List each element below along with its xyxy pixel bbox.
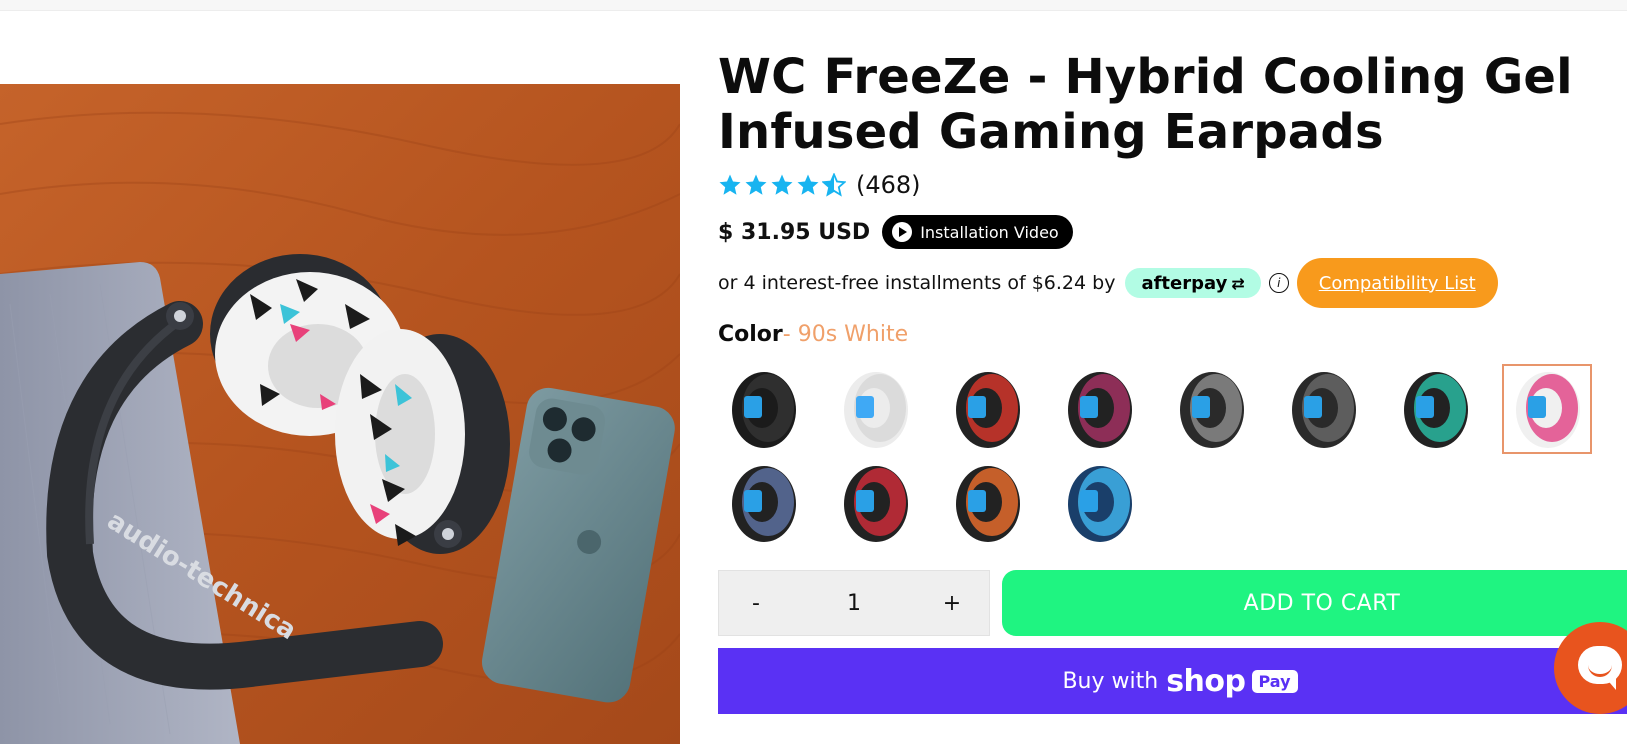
color-label-row: Color- 90s White xyxy=(718,322,908,347)
color-swatch-red-pattern[interactable] xyxy=(830,458,920,548)
installments-row: or 4 interest-free installments of $6.24… xyxy=(718,258,1498,308)
star-icon xyxy=(797,174,819,195)
earpad-thumbnail xyxy=(1292,372,1356,448)
play-icon xyxy=(892,222,913,242)
price: $ 31.95 USD xyxy=(718,219,871,245)
star-icon xyxy=(745,174,767,195)
rating-count[interactable]: (468) xyxy=(856,171,921,199)
quantity-stepper: - 1 + xyxy=(718,570,990,636)
quantity-increase-button[interactable]: + xyxy=(915,591,989,616)
quantity-decrease-button[interactable]: - xyxy=(719,591,793,616)
color-label: Color xyxy=(718,322,783,347)
add-to-cart-button[interactable]: ADD TO CART xyxy=(1002,570,1627,636)
earpad-thumbnail xyxy=(1068,372,1132,448)
compatibility-list-button[interactable]: Compatibility List xyxy=(1296,258,1498,308)
earpad-thumbnail xyxy=(732,466,796,542)
star-icon xyxy=(771,174,793,195)
top-strip xyxy=(0,0,1627,11)
earpad-thumbnail xyxy=(844,466,908,542)
color-swatch-white[interactable] xyxy=(830,364,920,454)
rating-row[interactable]: (468) xyxy=(718,168,921,202)
color-swatch-dark-grey[interactable] xyxy=(1278,364,1368,454)
earpad-thumbnail xyxy=(956,466,1020,542)
price-row: $ 31.95 USD Installation Video xyxy=(718,212,1073,252)
earpad-thumbnail xyxy=(956,372,1020,448)
shop-logo: shop xyxy=(1166,663,1246,699)
pay-badge: Pay xyxy=(1251,669,1298,693)
earpad-thumbnail xyxy=(1404,372,1468,448)
product-image[interactable]: audio-technica xyxy=(0,84,680,744)
selected-color-name: - 90s White xyxy=(782,322,909,347)
color-swatch-purple-red[interactable] xyxy=(1054,364,1144,454)
earpad-thumbnail xyxy=(1068,466,1132,542)
color-swatch-teal[interactable] xyxy=(1390,364,1480,454)
half-star-icon xyxy=(822,173,846,197)
info-icon[interactable]: i xyxy=(1268,273,1289,293)
earpad-thumbnail xyxy=(1516,372,1580,448)
color-swatch-orange-pattern[interactable] xyxy=(942,458,1032,548)
product-title: WC FreeZe - Hybrid Cooling Gel Infused G… xyxy=(718,49,1573,160)
color-swatch-blue-splash[interactable] xyxy=(1054,458,1144,548)
color-swatch-blue-camo[interactable] xyxy=(718,458,808,548)
star-rating[interactable] xyxy=(718,173,846,197)
chat-bubble-tail xyxy=(1604,676,1616,690)
star-icon xyxy=(719,174,741,195)
installation-video-button[interactable]: Installation Video xyxy=(882,215,1073,249)
earpad-thumbnail xyxy=(732,372,796,448)
afterpay-logo-icon: ⇄ xyxy=(1231,273,1245,293)
installation-video-label: Installation Video xyxy=(920,222,1059,242)
earpad-thumbnail xyxy=(844,372,908,448)
earpad-thumbnail xyxy=(1180,372,1244,448)
color-swatch-grey-blue[interactable] xyxy=(1166,364,1256,454)
color-swatch-90s-white[interactable] xyxy=(1502,364,1592,454)
quantity-value[interactable]: 1 xyxy=(793,591,915,616)
installments-text: or 4 interest-free installments of $6.24… xyxy=(718,272,1116,294)
buy-with-label: Buy with xyxy=(1062,668,1159,694)
afterpay-label: afterpay xyxy=(1141,272,1228,294)
color-swatch-black-blue[interactable] xyxy=(718,364,808,454)
buy-with-shop-pay-button[interactable]: Buy with shop Pay xyxy=(718,648,1627,714)
afterpay-badge[interactable]: afterpay ⇄ xyxy=(1125,268,1261,298)
color-swatch-red-camo[interactable] xyxy=(942,364,1032,454)
